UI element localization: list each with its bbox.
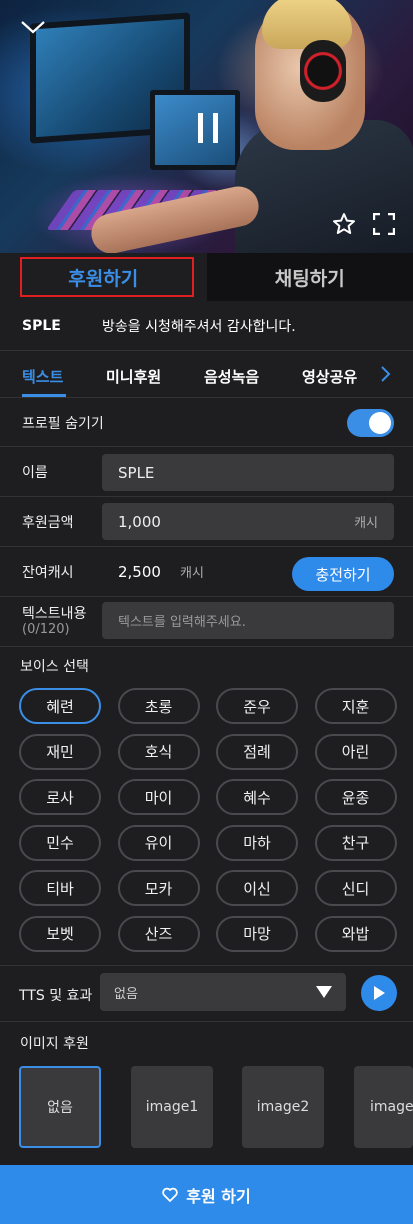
balance-label: 잔여캐시 bbox=[22, 564, 74, 581]
tts-value: 없음 bbox=[114, 986, 138, 1002]
image-option-3[interactable]: image3 bbox=[354, 1066, 413, 1148]
video-scene-hair bbox=[262, 0, 352, 49]
image-option-none[interactable]: 없음 bbox=[19, 1066, 101, 1148]
video-scene-headset bbox=[300, 40, 346, 102]
image-option-2[interactable]: image2 bbox=[242, 1066, 324, 1148]
dropdown-caret-icon bbox=[316, 986, 332, 998]
voice-chip[interactable]: 이신 bbox=[216, 870, 298, 906]
text-content-row: 텍스트내용 (0/120) 텍스트를 입력해주세요. bbox=[0, 597, 413, 647]
hide-profile-row: 프로필 숨기기 bbox=[0, 399, 413, 447]
text-content-label: 텍스트내용 bbox=[22, 606, 87, 622]
streamer-name: SPLE bbox=[22, 317, 61, 334]
voice-chip[interactable]: 유이 bbox=[117, 824, 200, 861]
amount-row: 후원금액 1,000 캐시 bbox=[0, 497, 413, 547]
voice-chip[interactable]: 점례 bbox=[216, 733, 298, 770]
voice-select-title: 보이스 선택 bbox=[20, 659, 89, 675]
subtab-video-share[interactable]: 영상공유 bbox=[302, 366, 357, 387]
voice-chip[interactable]: 마망 bbox=[216, 915, 298, 952]
tts-divider bbox=[0, 965, 413, 966]
tts-label: TTS 및 효과 bbox=[19, 988, 93, 1004]
voice-chip[interactable]: 와밥 bbox=[314, 915, 397, 952]
tab-chat[interactable]: 채팅하기 bbox=[206, 253, 413, 301]
image-donation-title: 이미지 후원 bbox=[20, 1036, 89, 1052]
amount-value: 1,000 bbox=[118, 512, 161, 531]
voice-chip[interactable]: 아린 bbox=[314, 733, 397, 770]
heart-icon bbox=[162, 1187, 179, 1202]
balance-value: 2,500 bbox=[118, 562, 161, 581]
subtab-text[interactable]: 텍스트 bbox=[22, 366, 63, 387]
amount-field[interactable]: 1,000 캐시 bbox=[102, 503, 394, 540]
image-divider bbox=[0, 1021, 413, 1022]
text-count: (0/120) bbox=[22, 622, 70, 637]
image-option-1[interactable]: image1 bbox=[131, 1066, 213, 1148]
subtab-mini[interactable]: 미니후원 bbox=[106, 366, 161, 387]
chevron-down-icon[interactable] bbox=[18, 14, 48, 40]
voice-chip[interactable]: 티바 bbox=[19, 870, 101, 906]
voice-chip[interactable]: 혜수 bbox=[216, 779, 298, 815]
charge-button[interactable]: 충전하기 bbox=[292, 557, 394, 591]
pause-icon[interactable] bbox=[190, 108, 228, 148]
voice-chip[interactable]: 마하 bbox=[216, 824, 298, 861]
balance-unit: 캐시 bbox=[180, 566, 204, 581]
voice-chip[interactable]: 초롱 bbox=[117, 688, 200, 724]
name-label: 이름 bbox=[22, 464, 48, 481]
voice-chip[interactable]: 신디 bbox=[314, 870, 397, 906]
hide-profile-toggle[interactable] bbox=[347, 409, 394, 437]
toggle-knob bbox=[369, 412, 391, 434]
donate-button[interactable]: 후원 하기 bbox=[0, 1165, 413, 1224]
balance-row: 잔여캐시 2,500 캐시 충전하기 bbox=[0, 547, 413, 597]
name-row: 이름 SPLE bbox=[0, 447, 413, 497]
chevron-right-icon[interactable] bbox=[380, 364, 400, 388]
star-icon[interactable] bbox=[330, 210, 358, 238]
highlight-box bbox=[20, 257, 194, 297]
voice-chip[interactable]: 호식 bbox=[117, 733, 200, 770]
voice-chip[interactable]: 산즈 bbox=[117, 915, 200, 952]
voice-chip[interactable]: 재민 bbox=[19, 733, 101, 770]
voice-chip[interactable]: 보벳 bbox=[19, 915, 101, 952]
hide-profile-label: 프로필 숨기기 bbox=[22, 415, 104, 432]
active-tab-indicator bbox=[22, 394, 66, 397]
tts-select[interactable]: 없음 bbox=[100, 973, 346, 1011]
subtab-voice-record[interactable]: 음성녹음 bbox=[204, 366, 259, 387]
streamer-message: 방송을 시청해주셔서 감사합니다. bbox=[102, 318, 296, 335]
voice-chip[interactable]: 찬구 bbox=[314, 824, 397, 861]
voice-chip[interactable]: 민수 bbox=[19, 824, 101, 861]
name-value: SPLE bbox=[118, 463, 155, 482]
donate-button-label: 후원 하기 bbox=[186, 1186, 251, 1206]
donation-type-tabs: 텍스트 미니후원 음성녹음 영상공유 bbox=[0, 352, 413, 398]
voice-chip[interactable]: 로사 bbox=[19, 779, 101, 815]
fullscreen-icon[interactable] bbox=[370, 210, 398, 238]
voice-chip[interactable]: 혜련 bbox=[19, 688, 101, 724]
voice-chip[interactable]: 지훈 bbox=[314, 688, 397, 724]
voice-chip[interactable]: 윤종 bbox=[314, 779, 397, 815]
amount-label: 후원금액 bbox=[22, 514, 74, 531]
voice-chip[interactable]: 준우 bbox=[216, 688, 298, 724]
name-field[interactable]: SPLE bbox=[102, 454, 394, 491]
amount-unit: 캐시 bbox=[354, 516, 378, 531]
streamer-info: SPLE 방송을 시청해주셔서 감사합니다. bbox=[0, 301, 413, 351]
voice-chip[interactable]: 마이 bbox=[117, 779, 200, 815]
video-player[interactable] bbox=[0, 0, 413, 253]
play-icon[interactable] bbox=[361, 975, 397, 1011]
text-content-input[interactable]: 텍스트를 입력해주세요. bbox=[102, 602, 394, 639]
voice-chip[interactable]: 모카 bbox=[117, 870, 200, 906]
